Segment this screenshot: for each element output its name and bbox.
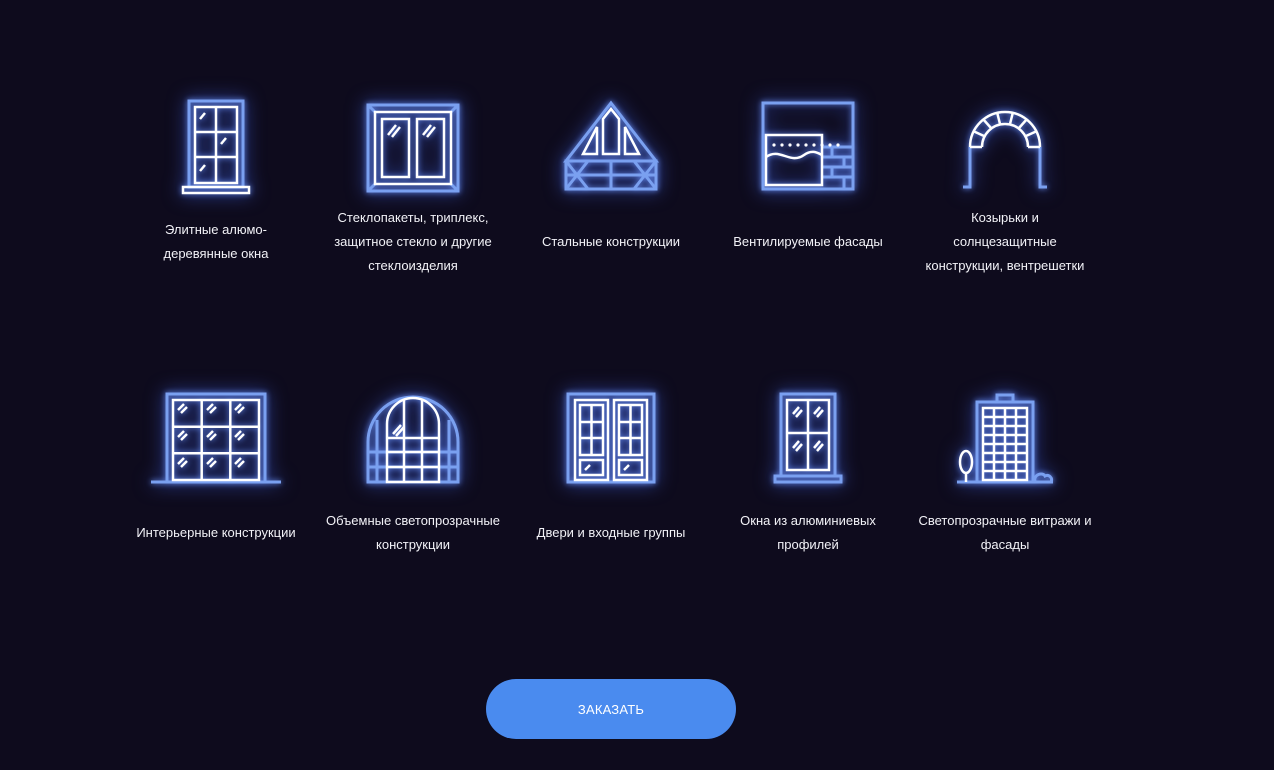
category-label: Объемные светопрозрачные конструкции: [326, 513, 500, 552]
dome-structure-icon: [338, 383, 488, 493]
category-interior-structures[interactable]: Интерьерные конструкции: [121, 383, 311, 573]
ventilated-facade-icon: [733, 92, 883, 202]
page: Элитные алюмо-деревянные окна Стеклопаке…: [0, 0, 1274, 770]
category-elite-windows[interactable]: Элитные алюмо-деревянные окна: [121, 92, 311, 282]
category-label: Двери и входные группы: [536, 525, 686, 540]
category-label: Вентилируемые фасады: [733, 234, 883, 249]
category-label: Окна из алюминиевых профилей: [740, 513, 876, 552]
category-glass-units[interactable]: Стеклопакеты, триплекс, защитное стекло и…: [318, 92, 508, 282]
order-button[interactable]: ЗАКАЗАТЬ: [486, 679, 736, 739]
category-glass-facades[interactable]: Светопрозрачные витражи и фасады: [910, 383, 1100, 573]
glass-facade-building-icon: [930, 383, 1080, 493]
category-ventilated-facades[interactable]: Вентилируемые фасады: [713, 92, 903, 282]
category-canopies[interactable]: Козырьки и солнцезащитные конструкции, вен…: [910, 92, 1100, 282]
aluminum-window-icon: [733, 383, 883, 493]
arch-canopy-icon: [930, 92, 1080, 202]
steel-truss-icon: [536, 92, 686, 202]
interior-partition-icon: [141, 383, 291, 493]
double-door-icon: [536, 383, 686, 493]
category-aluminum-windows[interactable]: Окна из алюминиевых профилей: [713, 383, 903, 573]
double-glazing-icon: [338, 92, 488, 202]
category-doors[interactable]: Двери и входные группы: [516, 383, 706, 573]
category-label: Элитные алюмо-деревянные окна: [163, 222, 269, 261]
category-label: Светопрозрачные витражи и фасады: [918, 513, 1092, 552]
window-icon: [141, 92, 291, 202]
category-steel-structures[interactable]: Стальные конструкции: [516, 92, 706, 282]
category-label: Интерьерные конструкции: [136, 525, 296, 540]
category-label: Козырьки и солнцезащитные конструкции, вен…: [925, 210, 1085, 273]
category-label: Стеклопакеты, триплекс, защитное стекло и…: [334, 210, 492, 273]
category-label: Стальные конструкции: [541, 234, 681, 249]
category-volumetric-structures[interactable]: Объемные светопрозрачные конструкции: [318, 383, 508, 573]
